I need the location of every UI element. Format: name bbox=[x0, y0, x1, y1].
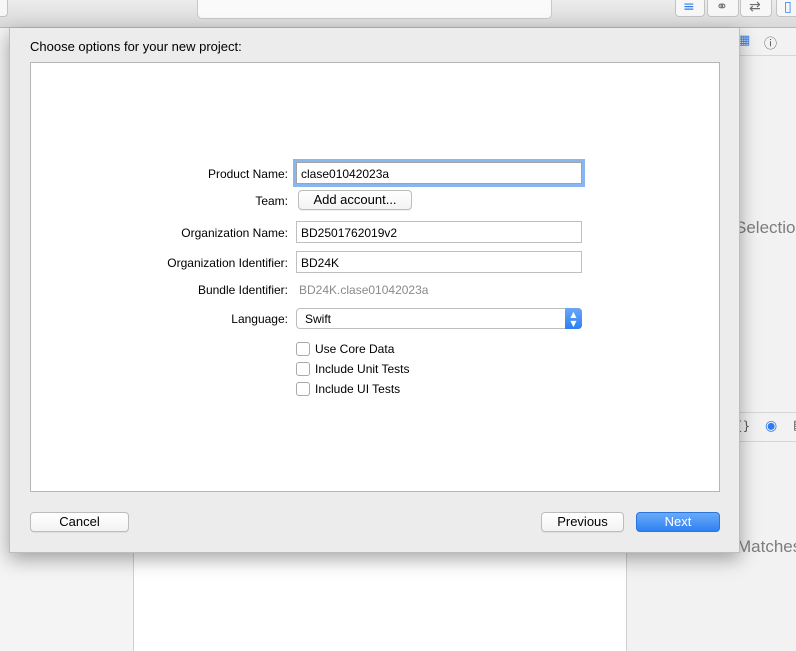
panel-toggle-button[interactable]: ▯ bbox=[776, 0, 796, 17]
language-value: Swift bbox=[305, 312, 332, 326]
organization-identifier-label: Organization Identifier: bbox=[167, 256, 288, 270]
product-name-label: Product Name: bbox=[207, 167, 288, 181]
bundle-identifier-value: BD24K.clase01042023a bbox=[299, 283, 429, 297]
team-label: Team: bbox=[255, 194, 288, 208]
include-unit-tests-checkbox[interactable] bbox=[296, 362, 310, 376]
assistant-editor-button[interactable]: ⚭ bbox=[707, 0, 739, 17]
no-matches-text: Matches bbox=[737, 537, 796, 556]
use-core-data-checkbox[interactable] bbox=[296, 342, 310, 356]
new-project-sheet: Choose options for your new project: Pro… bbox=[9, 28, 740, 553]
organization-name-label: Organization Name: bbox=[181, 226, 288, 240]
toolbar-button-left[interactable] bbox=[0, 0, 8, 17]
next-button[interactable]: Next bbox=[636, 512, 720, 532]
updown-chevron-icon: ▲ ▼ bbox=[565, 308, 582, 329]
previous-button[interactable]: Previous bbox=[541, 512, 624, 532]
standard-editor-button[interactable]: ≡ bbox=[675, 0, 705, 17]
include-ui-tests-label: Include UI Tests bbox=[315, 382, 401, 396]
use-core-data-label: Use Core Data bbox=[315, 342, 395, 356]
add-account-button[interactable]: Add account... bbox=[298, 190, 412, 210]
organization-identifier-field[interactable]: BD24K bbox=[296, 251, 582, 273]
panel-toggle-icon: ▯ bbox=[784, 0, 792, 15]
object-library-icon[interactable]: ◉ bbox=[765, 418, 777, 434]
version-editor-icon: ⇄ bbox=[749, 0, 761, 15]
product-name-field[interactable]: clase01042023a bbox=[296, 162, 582, 184]
include-unit-tests-label: Include Unit Tests bbox=[315, 362, 410, 376]
assistant-editor-icon: ⚭ bbox=[716, 0, 728, 15]
standard-editor-icon: ≡ bbox=[683, 0, 695, 15]
language-label: Language: bbox=[231, 312, 288, 326]
no-selection-text: Selection bbox=[735, 218, 796, 237]
help-icon[interactable]: ⓘ bbox=[764, 33, 777, 52]
cancel-button[interactable]: Cancel bbox=[30, 512, 129, 532]
organization-name-field[interactable]: BD2501762019v2 bbox=[296, 221, 582, 243]
version-editor-button[interactable]: ⇄ bbox=[740, 0, 772, 17]
language-popup[interactable]: Swift ▲ ▼ bbox=[296, 308, 582, 329]
bundle-identifier-label: Bundle Identifier: bbox=[197, 283, 288, 297]
activity-viewer bbox=[197, 0, 552, 19]
include-ui-tests-checkbox[interactable] bbox=[296, 382, 310, 396]
options-panel: Product Name: clase01042023a Team: Add a… bbox=[30, 62, 720, 492]
sheet-title: Choose options for your new project: bbox=[30, 39, 242, 54]
